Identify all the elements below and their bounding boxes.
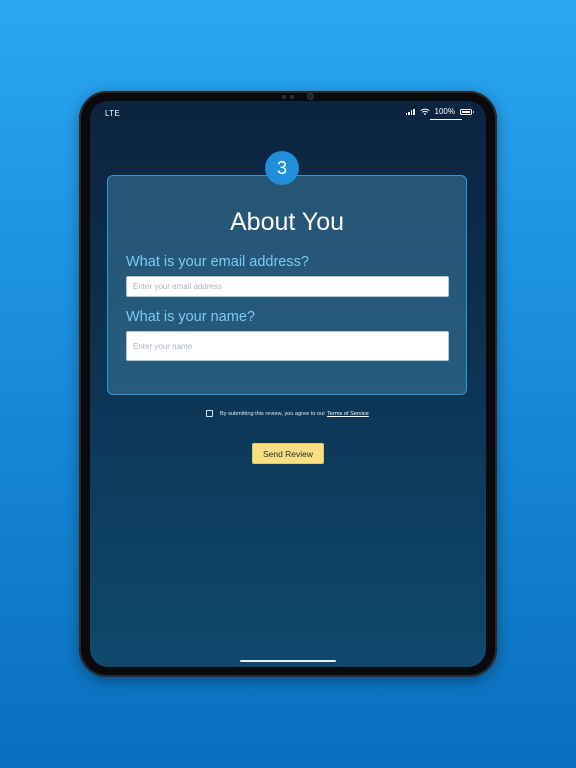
carrier-label: LTE: [105, 109, 120, 118]
terms-text: By submitting this review, you agree to …: [220, 411, 369, 417]
terms-text-content: By submitting this review, you agree to …: [220, 410, 326, 417]
status-bar: LTE 100%: [90, 101, 486, 123]
status-underline: [430, 119, 462, 120]
about-you-card: About You What is your email address? Wh…: [107, 175, 467, 395]
sensor-bar: [282, 95, 294, 99]
battery-percent: 100%: [434, 107, 455, 116]
send-review-button[interactable]: Send Review: [252, 443, 324, 464]
terms-of-service-link[interactable]: Terms of Service: [327, 411, 369, 417]
sensor-dot: [290, 95, 294, 99]
tablet-frame: LTE 100% 3 About You What is your email …: [79, 91, 497, 677]
home-indicator[interactable]: [240, 660, 336, 662]
sensor-dot: [282, 95, 286, 99]
battery-icon: [460, 108, 474, 115]
card-title: About You: [229, 208, 344, 236]
email-input[interactable]: [126, 276, 449, 297]
terms-row: By submitting this review, you agree to …: [206, 410, 369, 417]
email-label: What is your email address?: [126, 254, 309, 270]
signal-icon: [405, 108, 415, 115]
app-screen: LTE 100% 3 About You What is your email …: [90, 101, 486, 667]
terms-checkbox[interactable]: [206, 410, 213, 417]
status-indicators: 100%: [405, 107, 474, 116]
name-input[interactable]: [126, 331, 449, 361]
name-label: What is your name?: [126, 309, 255, 325]
wifi-icon: [419, 108, 430, 115]
camera-icon: [308, 94, 313, 99]
step-number-badge: 3: [265, 151, 299, 185]
